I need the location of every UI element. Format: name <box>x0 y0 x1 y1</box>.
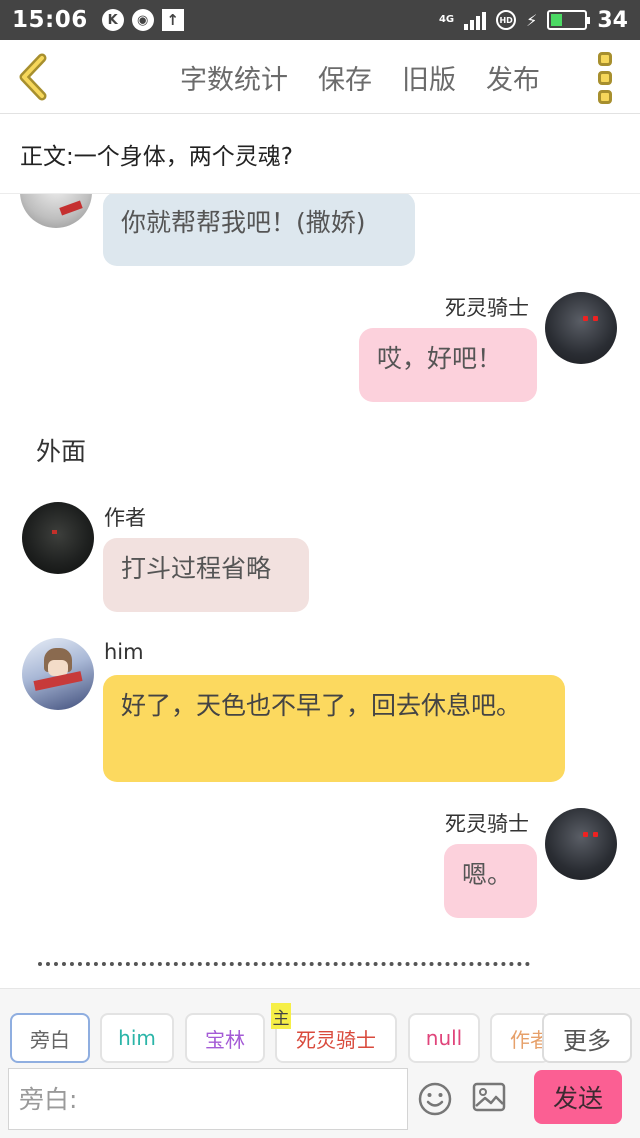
charging-icon: ⚡ <box>526 10 538 30</box>
author-avatar[interactable] <box>22 502 94 574</box>
role-label: 宝林 <box>205 1027 245 1052</box>
chat-area[interactable]: 你就帮帮我吧！(撒娇) 死灵骑士 哎，好吧！ 外面 作者 打斗过程省略 him … <box>0 194 640 988</box>
speaker-name: him <box>104 640 144 664</box>
send-button[interactable]: 发送 <box>534 1070 622 1124</box>
him-avatar[interactable] <box>22 638 94 710</box>
speaker-name: 作者 <box>104 506 146 530</box>
word-count-button[interactable]: 字数统计 <box>180 58 288 97</box>
role-label: him <box>118 1026 156 1050</box>
message-bubble[interactable]: 好了，天色也不早了，回去休息吧。 <box>103 675 565 782</box>
network-type: 4G <box>438 14 455 25</box>
role-null[interactable]: null <box>408 1013 480 1063</box>
battery-level: 34 <box>597 7 628 33</box>
role-selector: 旁白 him 宝林 死灵骑士 主 null 作者 更多 <box>0 988 640 1066</box>
top-nav-bar: 字数统计 保存 旧版 发布 <box>0 40 640 114</box>
signal-icon <box>464 10 487 30</box>
upload-icon: ↑ <box>161 9 184 31</box>
knight-avatar[interactable] <box>545 808 617 880</box>
save-button[interactable]: 保存 <box>318 58 372 97</box>
message-bubble[interactable]: 嗯。 <box>444 844 537 918</box>
role-label: null <box>425 1026 463 1050</box>
message-bubble[interactable]: 打斗过程省略 <box>103 538 309 612</box>
speaker-name: 死灵骑士 <box>445 296 529 320</box>
role-label: 死灵骑士 <box>296 1027 376 1052</box>
role-narrator[interactable]: 旁白 <box>10 1013 90 1063</box>
role-death-knight[interactable]: 死灵骑士 <box>275 1013 397 1063</box>
k-app-icon: K <box>101 9 124 31</box>
nav-actions: 字数统计 保存 旧版 发布 <box>180 58 540 97</box>
compose-bar: 发送 <box>0 1066 640 1138</box>
chapter-title: 正文:一个身体，两个灵魂? <box>20 143 293 170</box>
owl-app-icon: ◉ <box>131 9 154 31</box>
more-roles-button[interactable]: 更多 <box>542 1013 632 1063</box>
system-icons: 4G HD ⚡ 34 <box>439 8 628 33</box>
role-baolin[interactable]: 宝林 <box>185 1013 265 1063</box>
knight-avatar[interactable] <box>545 292 617 364</box>
character-avatar[interactable] <box>20 194 92 228</box>
image-icon[interactable] <box>472 1082 506 1112</box>
role-author[interactable]: 作者 <box>490 1013 550 1063</box>
old-version-button[interactable]: 旧版 <box>402 58 456 97</box>
battery-fill <box>551 14 563 26</box>
back-arrow-icon[interactable] <box>14 52 54 102</box>
divider <box>38 962 530 966</box>
role-him[interactable]: him <box>100 1013 174 1063</box>
status-time: 15:06 <box>12 7 88 33</box>
hd-voice-icon: HD <box>496 10 517 30</box>
narration-text: 外面 <box>36 437 87 466</box>
message-bubble[interactable]: 你就帮帮我吧！(撒娇) <box>103 194 415 266</box>
main-character-badge: 主 <box>271 1003 291 1029</box>
message-bubble[interactable]: 哎，好吧！ <box>359 328 537 402</box>
status-bar: 15:06 K ◉ ↑ 4G HD ⚡ 34 <box>0 0 640 40</box>
chapter-title-bar: 正文:一个身体，两个灵魂? <box>0 114 640 194</box>
emoji-icon[interactable] <box>418 1082 452 1116</box>
battery-icon <box>547 10 591 30</box>
more-menu-icon[interactable] <box>598 52 614 104</box>
message-input[interactable] <box>8 1068 408 1130</box>
role-label: 旁白 <box>30 1027 70 1052</box>
publish-button[interactable]: 发布 <box>486 58 540 97</box>
speaker-name: 死灵骑士 <box>445 812 529 836</box>
notification-icons: K ◉ ↑ <box>101 9 184 31</box>
